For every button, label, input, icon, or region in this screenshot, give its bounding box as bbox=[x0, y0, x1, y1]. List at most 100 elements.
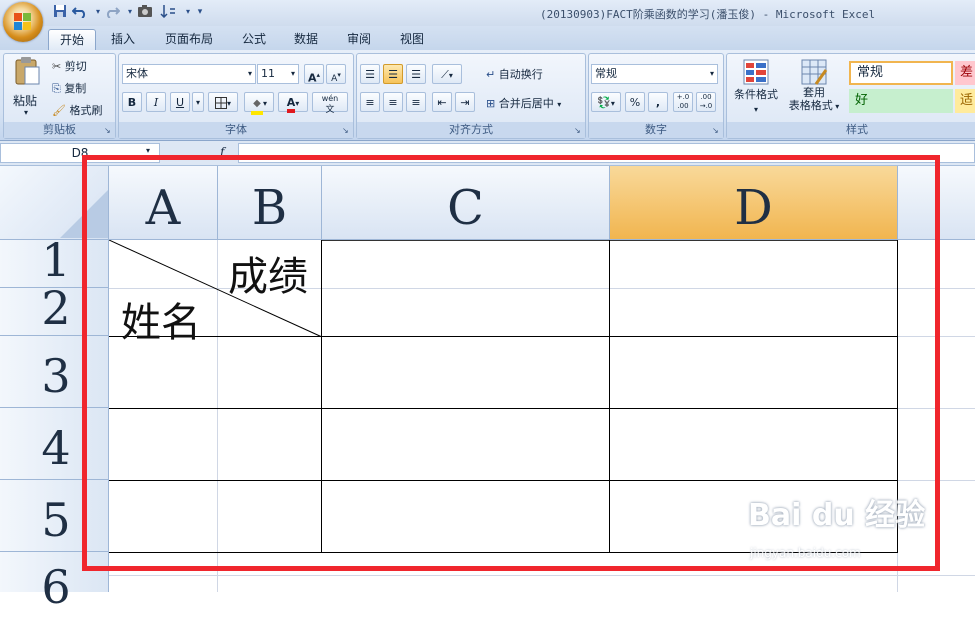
styles-group-label: 样式 bbox=[727, 122, 975, 138]
style-neutral-cell[interactable]: 适 bbox=[955, 89, 975, 113]
grow-font-button[interactable]: A▴ bbox=[304, 64, 324, 85]
align-bottom-button[interactable]: ☰ bbox=[406, 64, 426, 84]
comma-button[interactable]: , bbox=[648, 92, 668, 112]
font-name-value: 宋体 bbox=[126, 67, 148, 80]
tab-review[interactable]: 审阅 bbox=[339, 29, 379, 50]
undo-icon[interactable] bbox=[71, 4, 88, 20]
underline-button[interactable]: U bbox=[170, 92, 190, 112]
outdent-icon: ⇤ bbox=[437, 96, 447, 109]
style-good-cell[interactable]: 好 bbox=[849, 89, 953, 113]
format-as-table-label-2: 表格格式 bbox=[788, 99, 833, 112]
paint-bucket-icon: ◆ bbox=[250, 99, 263, 115]
sort-icon[interactable] bbox=[160, 4, 176, 20]
border-grid-icon bbox=[214, 97, 227, 109]
conditional-formatting-button[interactable]: 条件格式 ▾ bbox=[730, 58, 782, 118]
align-center-button[interactable]: ≡ bbox=[383, 92, 403, 112]
wrap-text-button[interactable]: ↵ 自动换行 bbox=[486, 66, 543, 82]
increase-indent-button[interactable]: ⇥ bbox=[455, 92, 475, 112]
number-launcher-icon[interactable]: ↘ bbox=[712, 127, 720, 135]
grow-font-label: A bbox=[307, 71, 317, 85]
redo-icon[interactable] bbox=[104, 4, 121, 20]
decrease-decimal-button[interactable]: .00 →.0 bbox=[696, 92, 716, 112]
alignment-launcher-icon[interactable]: ↘ bbox=[574, 127, 582, 135]
baidu-jingyan-watermark: Bai du 经验 jingyan.baidu.com bbox=[748, 484, 948, 574]
tab-view[interactable]: 视图 bbox=[392, 29, 432, 50]
font-launcher-icon[interactable]: ↘ bbox=[342, 127, 350, 135]
indent-icon: ⇥ bbox=[460, 96, 470, 109]
format-painter-label: 格式刷 bbox=[69, 104, 103, 117]
chevron-down-icon: ▾ bbox=[709, 69, 714, 78]
font-group-label: 字体 bbox=[119, 122, 353, 138]
italic-button[interactable]: I bbox=[146, 92, 166, 112]
decrease-indent-button[interactable]: ⇤ bbox=[432, 92, 452, 112]
font-name-select[interactable]: 宋体 ▾ bbox=[122, 64, 256, 84]
merge-center-button[interactable]: ⊞ 合并后居中 ▾ bbox=[486, 95, 561, 111]
merge-cells-icon: ⊞ bbox=[486, 97, 496, 110]
bold-button[interactable]: B bbox=[122, 92, 142, 112]
format-painter-button[interactable]: 🖌 格式刷 bbox=[52, 102, 102, 118]
redo-dropdown-icon[interactable]: ▾ bbox=[122, 4, 138, 20]
chevron-down-icon: ▾ bbox=[290, 69, 295, 78]
orientation-button[interactable]: ⟋▾ bbox=[432, 64, 462, 84]
name-box-dropdown-icon[interactable]: ▾ bbox=[146, 146, 150, 155]
tab-page-layout[interactable]: 页面布局 bbox=[158, 29, 220, 50]
style-neutral-label: 适 bbox=[960, 93, 974, 108]
wrap-text-label: 自动换行 bbox=[498, 68, 543, 81]
format-as-table-icon bbox=[801, 59, 828, 85]
phonetic-label: wén bbox=[321, 94, 339, 103]
scissors-icon: ✂ bbox=[52, 60, 62, 73]
font-color-letter: A bbox=[286, 97, 296, 113]
phonetic-char: 文 bbox=[325, 105, 335, 115]
number-format-select[interactable]: 常规 ▾ bbox=[591, 64, 718, 84]
window-title: (20130903)FACT阶乘函数的学习(潘玉俊) - Microsoft E… bbox=[540, 8, 876, 21]
shrink-font-button[interactable]: A▾ bbox=[326, 64, 346, 84]
percent-button[interactable]: % bbox=[625, 92, 645, 112]
align-right-icon: ≡ bbox=[411, 96, 421, 109]
customize-qat-icon[interactable]: ▾ bbox=[192, 4, 208, 20]
paste-dropdown-icon: ▾ bbox=[24, 108, 29, 117]
camera-icon[interactable] bbox=[137, 4, 153, 20]
tab-formulas[interactable]: 公式 bbox=[234, 29, 274, 50]
alignment-group-label: 对齐方式 bbox=[357, 122, 585, 138]
format-as-table-button[interactable]: 套用 表格格式 ▾ bbox=[784, 58, 844, 118]
cut-button[interactable]: ✂ 剪切 bbox=[52, 58, 87, 74]
save-icon[interactable] bbox=[52, 4, 68, 20]
align-left-button[interactable]: ≡ bbox=[360, 92, 380, 112]
copy-icon: ⎘ bbox=[52, 82, 61, 95]
increase-decimal-button[interactable]: +.0 .00 bbox=[673, 92, 693, 112]
style-normal-label: 常规 bbox=[857, 65, 884, 80]
style-bad-label: 差 bbox=[960, 65, 974, 80]
underline-dropdown-icon[interactable]: ▾ bbox=[192, 92, 204, 112]
brush-icon: 🖌 bbox=[52, 104, 66, 117]
borders-button[interactable]: ▾ bbox=[208, 92, 238, 112]
style-good-label: 好 bbox=[855, 93, 869, 108]
paste-button[interactable]: 粘贴 ▾ bbox=[10, 56, 44, 118]
tab-data[interactable]: 数据 bbox=[286, 29, 326, 50]
phonetic-button[interactable]: wén 文 bbox=[312, 92, 348, 115]
watermark-site: jingyan.baidu.com bbox=[750, 546, 861, 560]
office-button[interactable] bbox=[3, 2, 43, 42]
tab-home[interactable]: 开始 bbox=[48, 29, 96, 51]
style-normal-cell[interactable]: 常规 bbox=[849, 61, 953, 85]
paste-icon bbox=[15, 57, 40, 85]
copy-label: 复制 bbox=[64, 82, 87, 95]
style-bad-cell[interactable]: 差 bbox=[955, 61, 975, 85]
align-middle-button[interactable]: ☰ bbox=[383, 64, 403, 84]
chevron-down-icon: ▾ bbox=[557, 100, 562, 109]
currency-icon: 💱 bbox=[597, 96, 611, 109]
chevron-down-icon: ▾ bbox=[247, 69, 252, 78]
font-color-button[interactable]: A▾ bbox=[278, 92, 308, 113]
font-size-value: 11 bbox=[261, 67, 275, 80]
clipboard-launcher-icon[interactable]: ↘ bbox=[104, 127, 112, 135]
fill-color-button[interactable]: ◆ ▾ bbox=[244, 92, 274, 115]
tab-insert[interactable]: 插入 bbox=[103, 29, 143, 50]
align-right-button[interactable]: ≡ bbox=[406, 92, 426, 112]
align-top-button[interactable]: ☰ bbox=[360, 64, 380, 84]
copy-button[interactable]: ⎘ 复制 bbox=[52, 80, 86, 96]
conditional-formatting-icon bbox=[743, 59, 769, 85]
accounting-format-button[interactable]: 💱▾ bbox=[591, 92, 621, 112]
paste-label: 粘贴 bbox=[13, 94, 38, 108]
align-middle-icon: ☰ bbox=[388, 68, 398, 81]
watermark-brand: Bai du 经验 bbox=[748, 498, 926, 533]
font-size-select[interactable]: 11 ▾ bbox=[257, 64, 299, 84]
